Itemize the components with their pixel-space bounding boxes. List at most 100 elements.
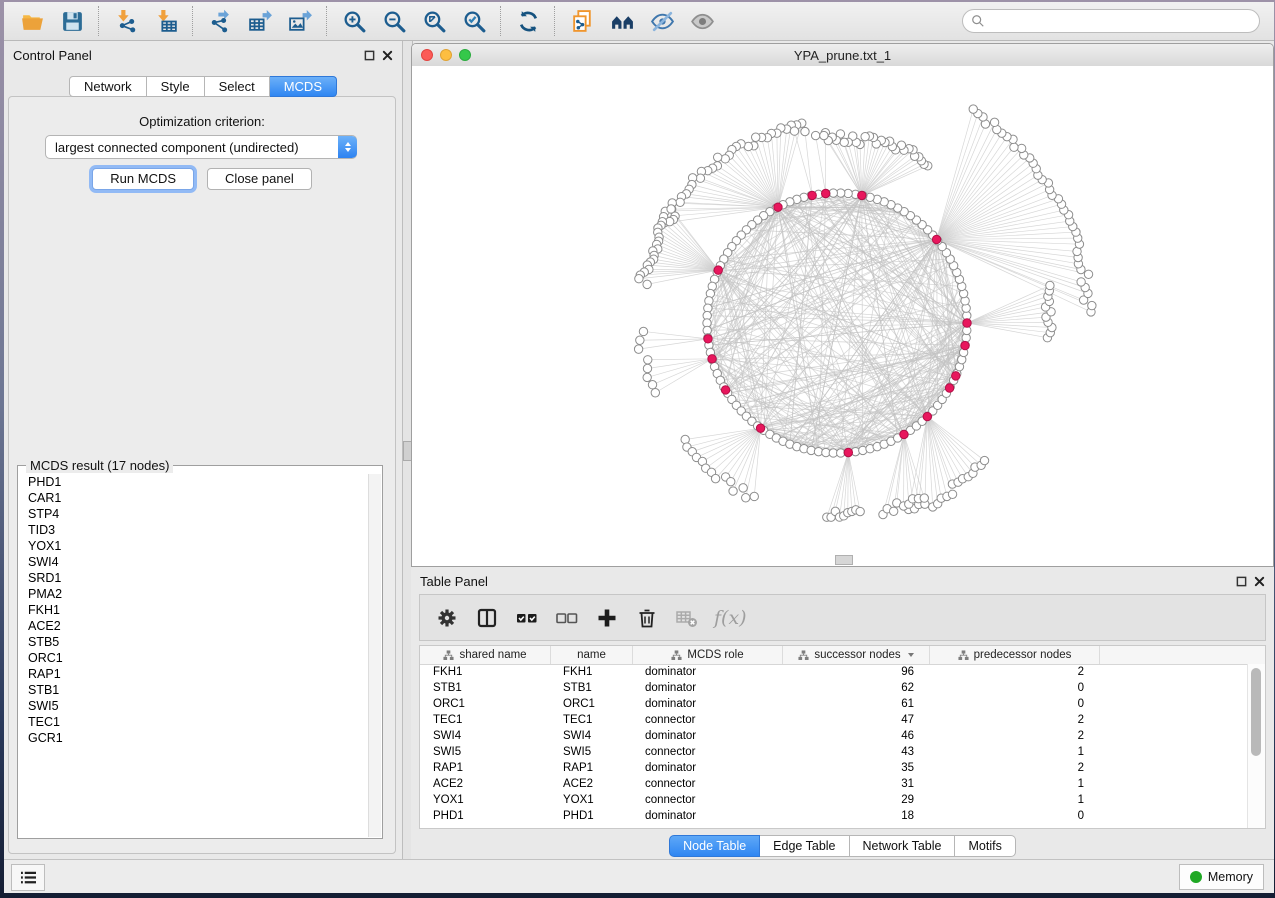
table-cell[interactable]: dominator <box>633 810 783 822</box>
table-cell[interactable]: SWI4 <box>551 730 633 742</box>
table-cell[interactable]: PHD1 <box>551 810 633 822</box>
table-cell[interactable]: YOX1 <box>551 794 633 806</box>
table-cell[interactable]: connector <box>633 714 783 726</box>
mcds-result-item[interactable]: STB5 <box>19 634 369 650</box>
mcds-result-item[interactable]: CAR1 <box>19 490 369 506</box>
mcds-result-item[interactable]: ORC1 <box>19 650 369 666</box>
tab-motifs[interactable]: Motifs <box>955 835 1015 857</box>
tab-style[interactable]: Style <box>147 76 205 97</box>
table-cell[interactable]: RAP1 <box>420 762 551 774</box>
delete-column-button[interactable] <box>630 601 664 635</box>
search-input[interactable] <box>985 13 1259 29</box>
tab-select[interactable]: Select <box>205 76 270 97</box>
column-header-mcds-role[interactable]: MCDS role <box>633 646 783 664</box>
table-cell[interactable]: 47 <box>783 714 930 726</box>
table-scrollbar[interactable] <box>1247 664 1265 828</box>
hide-selected-button[interactable] <box>642 5 682 37</box>
mcds-result-item[interactable]: SRD1 <box>19 570 369 586</box>
table-cell[interactable]: TEC1 <box>420 714 551 726</box>
clone-network-button[interactable] <box>562 5 602 37</box>
table-row[interactable]: PHD1PHD1dominator180 <box>420 808 1248 824</box>
network-window-titlebar[interactable]: YPA_prune.txt_1 <box>412 44 1273 67</box>
float-panel-icon[interactable] <box>1236 576 1247 587</box>
mcds-result-item[interactable]: TID3 <box>19 522 369 538</box>
table-cell[interactable]: RAP1 <box>551 762 633 774</box>
table-cell[interactable]: dominator <box>633 730 783 742</box>
add-column-button[interactable] <box>590 601 624 635</box>
table-row[interactable]: ORC1ORC1dominator610 <box>420 696 1248 712</box>
table-cell[interactable]: SWI4 <box>420 730 551 742</box>
table-cell[interactable]: 0 <box>930 698 1100 710</box>
table-row[interactable]: FKH1FKH1dominator962 <box>420 664 1248 680</box>
table-cell[interactable]: dominator <box>633 666 783 678</box>
mcds-result-item[interactable]: FKH1 <box>19 602 369 618</box>
table-row[interactable]: STB1STB1dominator620 <box>420 680 1248 696</box>
zoom-fit-button[interactable] <box>414 5 454 37</box>
save-session-button[interactable] <box>52 5 92 37</box>
mcds-result-item[interactable]: RAP1 <box>19 666 369 682</box>
table-cell[interactable]: connector <box>633 794 783 806</box>
table-cell[interactable]: 61 <box>783 698 930 710</box>
close-window-traffic-light[interactable] <box>421 49 433 61</box>
table-cell[interactable]: 96 <box>783 666 930 678</box>
mcds-result-item[interactable]: GCR1 <box>19 730 369 746</box>
table-cell[interactable]: 29 <box>783 794 930 806</box>
table-cell[interactable]: ORC1 <box>420 698 551 710</box>
table-cell[interactable]: 2 <box>930 762 1100 774</box>
float-panel-icon[interactable] <box>364 50 375 61</box>
table-cell[interactable]: 2 <box>930 666 1100 678</box>
first-neighbors-button[interactable] <box>602 5 642 37</box>
table-cell[interactable]: 0 <box>930 810 1100 822</box>
table-cell[interactable]: dominator <box>633 698 783 710</box>
table-row[interactable]: TEC1TEC1connector472 <box>420 712 1248 728</box>
run-mcds-button[interactable]: Run MCDS <box>92 168 194 190</box>
table-cell[interactable]: FKH1 <box>551 666 633 678</box>
mcds-result-item[interactable]: PMA2 <box>19 586 369 602</box>
export-table-button[interactable] <box>240 5 280 37</box>
table-cell[interactable]: dominator <box>633 682 783 694</box>
table-cell[interactable]: STB1 <box>420 682 551 694</box>
close-panel-button[interactable]: Close panel <box>207 168 312 190</box>
table-cell[interactable]: 18 <box>783 810 930 822</box>
table-cell[interactable]: connector <box>633 746 783 758</box>
mcds-result-item[interactable]: PHD1 <box>19 474 369 490</box>
table-cell[interactable]: FKH1 <box>420 666 551 678</box>
table-scrollbar-thumb[interactable] <box>1251 668 1261 756</box>
table-cell[interactable]: ORC1 <box>551 698 633 710</box>
mcds-result-item[interactable]: STP4 <box>19 506 369 522</box>
memory-button[interactable]: Memory <box>1179 864 1264 890</box>
table-cell[interactable]: 43 <box>783 746 930 758</box>
table-cell[interactable]: dominator <box>633 762 783 774</box>
column-header-shared-name[interactable]: shared name <box>420 646 551 664</box>
table-cell[interactable]: 1 <box>930 746 1100 758</box>
table-row[interactable]: SWI4SWI4dominator462 <box>420 728 1248 744</box>
column-header-name[interactable]: name <box>551 646 633 664</box>
table-cell[interactable]: 31 <box>783 778 930 790</box>
zoom-in-button[interactable] <box>334 5 374 37</box>
search-box[interactable] <box>962 9 1260 33</box>
mcds-result-item[interactable]: YOX1 <box>19 538 369 554</box>
mcds-list-scrollbar[interactable] <box>368 474 381 837</box>
zoom-out-button[interactable] <box>374 5 414 37</box>
mcds-result-item[interactable]: SWI5 <box>19 698 369 714</box>
show-all-button[interactable] <box>682 5 722 37</box>
mcds-result-item[interactable]: ACE2 <box>19 618 369 634</box>
table-cell[interactable]: 46 <box>783 730 930 742</box>
delete-table-button[interactable] <box>670 601 704 635</box>
criterion-dropdown[interactable]: largest connected component (undirected) <box>45 135 357 159</box>
mcds-result-item[interactable]: STB1 <box>19 682 369 698</box>
table-cell[interactable]: SWI5 <box>551 746 633 758</box>
tab-mcds[interactable]: MCDS <box>270 76 337 97</box>
network-canvas[interactable] <box>412 66 1273 566</box>
table-cell[interactable]: 35 <box>783 762 930 774</box>
table-cell[interactable]: 2 <box>930 730 1100 742</box>
table-row[interactable]: YOX1YOX1connector291 <box>420 792 1248 808</box>
table-cell[interactable]: 1 <box>930 794 1100 806</box>
tab-network-table[interactable]: Network Table <box>850 835 956 857</box>
network-graph[interactable] <box>412 66 1273 565</box>
table-row[interactable]: RAP1RAP1dominator352 <box>420 760 1248 776</box>
table-cell[interactable]: 2 <box>930 714 1100 726</box>
import-network-button[interactable] <box>106 5 146 37</box>
table-cell[interactable]: SWI5 <box>420 746 551 758</box>
export-network-button[interactable] <box>200 5 240 37</box>
